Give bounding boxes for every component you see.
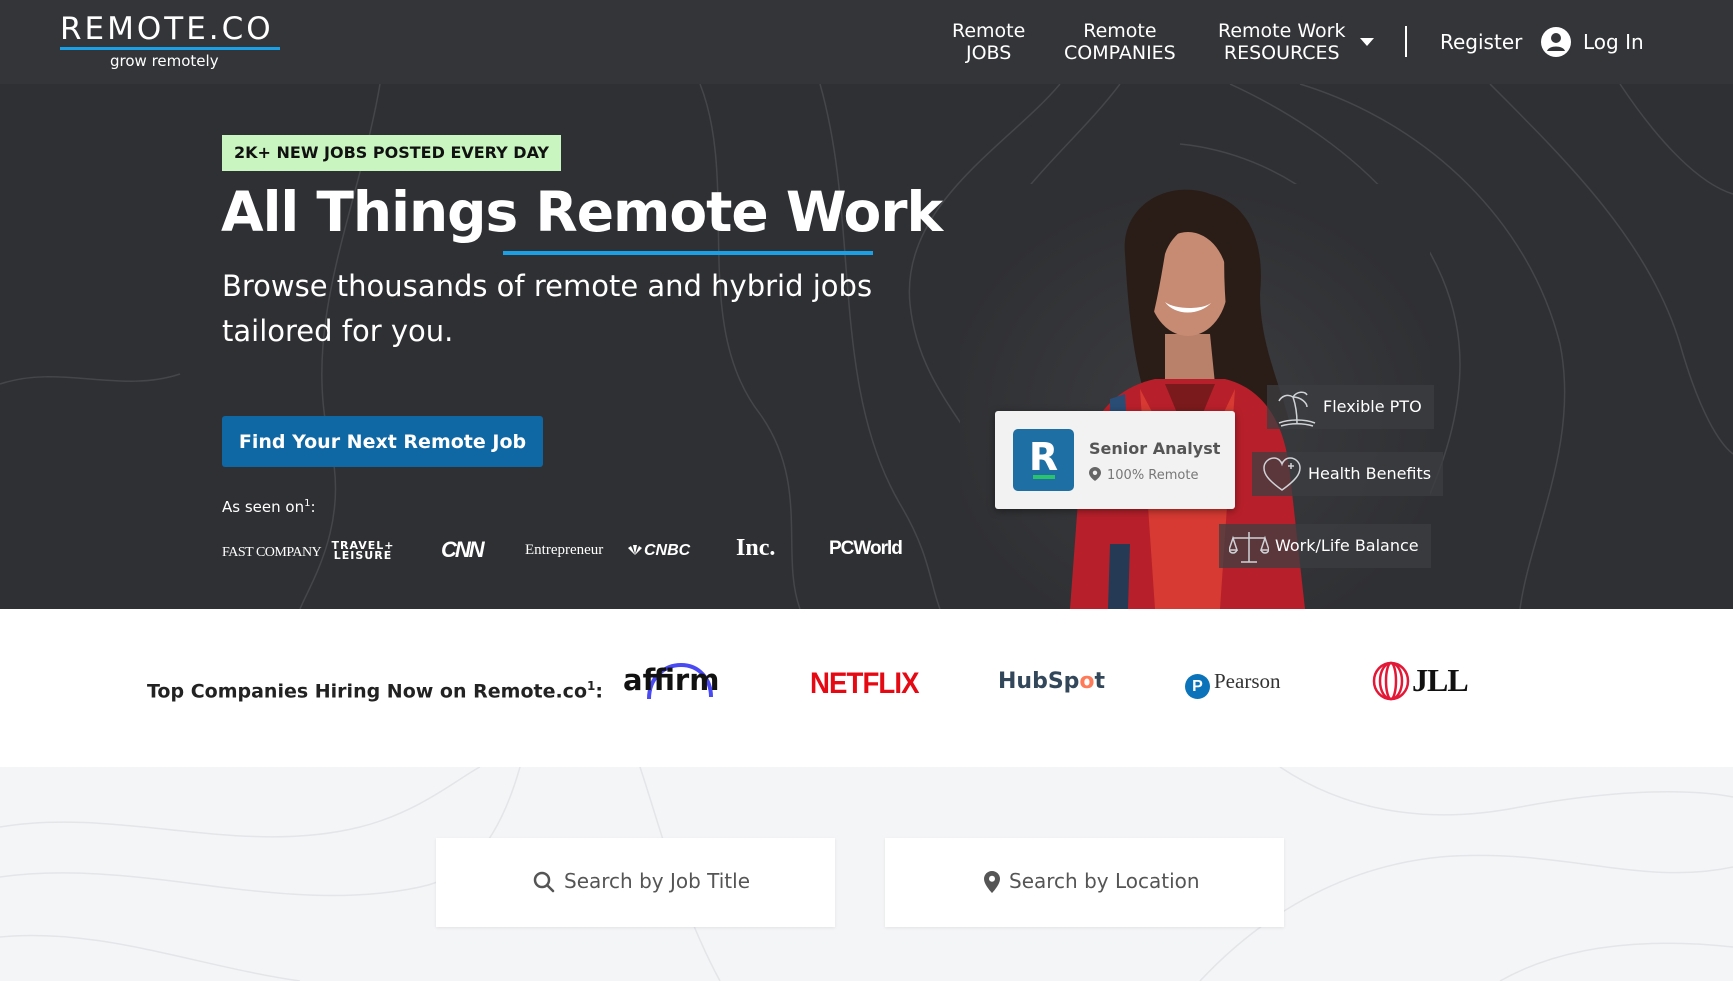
logo-tagline: grow remotely xyxy=(110,52,219,70)
top-companies-section: Top Companies Hiring Now on Remote.co1: … xyxy=(0,609,1733,767)
jll-text: JLL xyxy=(1412,662,1469,698)
nav-remote-work-resources[interactable]: Remote Work RESOURCES xyxy=(1218,20,1345,64)
pearson-p-icon: P xyxy=(1185,674,1210,699)
job-card-location-text: 100% Remote xyxy=(1107,468,1199,483)
nbc-peacock-icon xyxy=(628,545,642,555)
as-seen-on-text: As seen on xyxy=(222,498,305,516)
find-remote-job-button[interactable]: Find Your Next Remote Job xyxy=(222,416,543,467)
pcworld-logo: PCWorld xyxy=(829,538,903,559)
site-header: REMOTE.CO grow remotely Remote JOBS Remo… xyxy=(0,0,1733,84)
job-card-title: Senior Analyst xyxy=(1089,439,1221,458)
nav-resources-line1: Remote Work xyxy=(1218,20,1346,42)
top-companies-text: Top Companies Hiring Now on Remote.co xyxy=(147,680,587,703)
job-title-placeholder: Search by Job Title xyxy=(564,869,751,893)
pearson-logo[interactable]: P Pearson xyxy=(1185,669,1281,699)
benefit-flexible-pto-text: Flexible PTO xyxy=(1323,397,1422,416)
benefit-work-life-balance: Work/Life Balance xyxy=(1219,524,1431,568)
nav-remote-companies[interactable]: Remote COMPANIES xyxy=(1064,20,1176,64)
jobs-posted-badge: 2K+ NEW JOBS POSTED EVERY DAY xyxy=(222,135,561,171)
as-seen-on-colon: : xyxy=(310,498,316,516)
nav-remote-jobs-line2: JOBS xyxy=(965,42,1012,64)
benefit-flexible-pto: Flexible PTO xyxy=(1267,385,1434,429)
hubspot-sprocket-mark: o xyxy=(1079,669,1095,694)
travel-leisure-logo: TRAVEL+ LEISURE xyxy=(331,539,395,562)
palm-tree-icon xyxy=(1278,391,1316,427)
hero-section: 2K+ NEW JOBS POSTED EVERY DAY All Things… xyxy=(0,84,1733,609)
hero-subtitle: Browse thousands of remote and hybrid jo… xyxy=(222,269,873,348)
heart-plus-icon xyxy=(1263,456,1301,491)
benefit-health-benefits: Health Benefits xyxy=(1252,452,1444,496)
remote-co-logo[interactable]: REMOTE.CO grow remotely xyxy=(60,12,282,70)
title-underline xyxy=(503,251,873,255)
location-pin-icon xyxy=(1089,467,1101,481)
job-card-location: 100% Remote xyxy=(1089,467,1198,483)
pearson-text: Pearson xyxy=(1214,669,1281,693)
jll-swirl-mark xyxy=(1372,661,1410,701)
cnn-logo: CNN xyxy=(441,537,485,562)
remote-co-r-logo: R xyxy=(1013,429,1074,491)
nav-remote-jobs-line1: Remote xyxy=(952,20,1026,42)
nav-remote-companies-line1: Remote xyxy=(1083,20,1157,42)
inc-logo: Inc. xyxy=(736,535,776,561)
register-link[interactable]: Register xyxy=(1440,30,1522,54)
benefit-work-life-balance-text: Work/Life Balance xyxy=(1275,536,1419,555)
location-placeholder: Search by Location xyxy=(1009,869,1200,893)
hubspot-logo[interactable]: HubSpot xyxy=(998,669,1105,694)
cnbc-text: CNBC xyxy=(644,542,691,559)
login-link[interactable]: Log In xyxy=(1583,30,1644,54)
search-section: Search by Job Title Search by Location xyxy=(0,767,1733,981)
hero-title: All Things Remote Work xyxy=(221,180,943,244)
logo-text: REMOTE.CO xyxy=(60,11,274,47)
job-card-senior-analyst[interactable]: R Senior Analyst 100% Remote xyxy=(995,411,1235,509)
nav-resources-line2: RESOURCES xyxy=(1223,42,1340,64)
cnbc-logo: CNBC xyxy=(626,542,690,560)
top-companies-colon: : xyxy=(595,680,603,703)
search-icon xyxy=(533,871,555,893)
logo-underline xyxy=(60,47,280,50)
nav-remote-companies-line2: COMPANIES xyxy=(1064,42,1176,64)
fast-company-logo: FAST COMPANY xyxy=(222,545,322,560)
netflix-logo[interactable]: NETFLIX xyxy=(810,667,919,701)
affirm-logo[interactable]: affirm xyxy=(623,663,719,697)
chevron-down-icon[interactable] xyxy=(1360,38,1374,46)
location-search-input[interactable]: Search by Location xyxy=(885,838,1284,927)
nav-divider xyxy=(1405,26,1407,57)
entrepreneur-logo: Entrepreneur xyxy=(525,542,604,558)
job-title-search-input[interactable]: Search by Job Title xyxy=(436,838,835,927)
user-account-icon[interactable] xyxy=(1541,27,1571,57)
as-seen-on-label: As seen on1: xyxy=(222,498,316,516)
top-companies-label: Top Companies Hiring Now on Remote.co1: xyxy=(147,679,603,702)
balance-scale-icon xyxy=(1227,531,1271,563)
nav-remote-jobs[interactable]: Remote JOBS xyxy=(952,20,1025,64)
location-pin-icon xyxy=(984,871,1000,893)
jll-logo[interactable]: JLL xyxy=(1372,661,1469,701)
benefit-health-benefits-text: Health Benefits xyxy=(1308,464,1432,483)
light-topographic-background xyxy=(0,767,1733,981)
